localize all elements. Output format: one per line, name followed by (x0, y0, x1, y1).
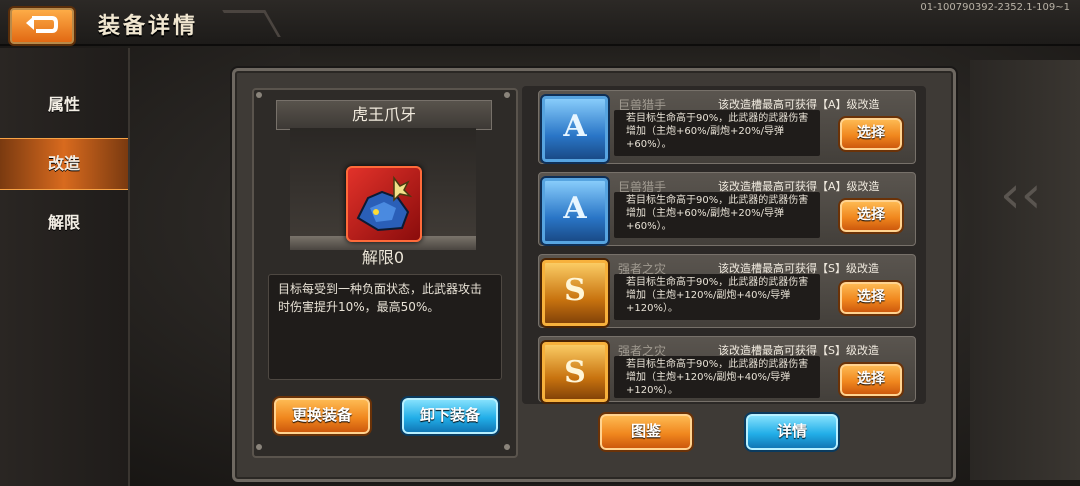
background-wall-right (970, 60, 1080, 480)
equipment-name: 虎王爪牙 (276, 100, 492, 130)
limit-break-level: 解限0 (361, 248, 405, 267)
details-button[interactable]: 详情 (744, 412, 840, 452)
slot-description: 若目标生命高于90%，此武器的武器伤害增加（主炮+120%/副炮+40%/导弹+… (626, 277, 809, 314)
rivet (504, 92, 510, 98)
sidebar-item-attributes[interactable]: 属性 (0, 80, 128, 130)
rivet (504, 444, 510, 450)
slot-description: 若目标生命高于90%，此武器的武器伤害增加（主炮+120%/副炮+40%/导弹+… (626, 359, 809, 396)
grade-a-icon: A (540, 94, 610, 164)
catalog-button[interactable]: 图鉴 (598, 412, 694, 452)
title-decoration (222, 10, 281, 37)
top-bar: 装备详情 01-100790392-2352.1-109~1 (0, 0, 1080, 46)
chevron-left-icon: ‹‹ (1000, 165, 1042, 225)
sidebar-item-limit-break[interactable]: 解限 (0, 198, 128, 248)
sidebar-item-modify[interactable]: 改造 (0, 138, 128, 190)
equipment-description: 目标每受到一种负面状态，此武器攻击时伤害提升10%，最高50%。 (278, 282, 483, 314)
back-arrow-icon (26, 16, 58, 33)
select-button[interactable]: 选择 (838, 280, 904, 316)
back-button[interactable] (8, 6, 76, 46)
select-button[interactable]: 选择 (838, 198, 904, 234)
slot-description: 若目标生命高于90%，此武器的武器伤害增加（主炮+60%/副炮+20%/导弹+6… (626, 195, 809, 232)
rivet (256, 444, 262, 450)
tiger-claw-weapon-icon[interactable] (346, 166, 422, 242)
version-label: 01-100790392-2352.1-109~1 (920, 2, 1070, 13)
grade-s-icon: S (540, 258, 610, 328)
rivet (256, 92, 262, 98)
change-equipment-button[interactable]: 更换装备 (272, 396, 372, 436)
page-title: 装备详情 (98, 14, 199, 39)
grade-s-icon: S (540, 340, 610, 404)
unload-equipment-button[interactable]: 卸下装备 (400, 396, 500, 436)
select-button[interactable]: 选择 (838, 116, 904, 152)
slot-description: 若目标生命高于90%，此武器的武器伤害增加（主炮+60%/副炮+20%/导弹+6… (626, 113, 809, 150)
select-button[interactable]: 选择 (838, 362, 904, 398)
grade-a-icon: A (540, 176, 610, 246)
robot-beast-icon (356, 175, 413, 232)
